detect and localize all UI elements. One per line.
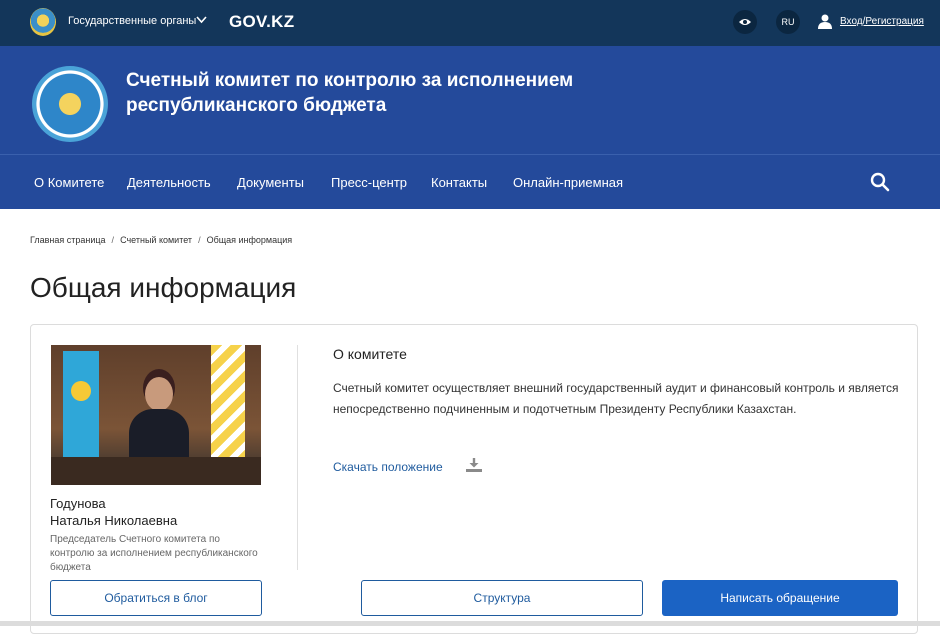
login-register-link[interactable]: Вход/Регистрация [840, 16, 924, 27]
chairman-surname: Годунова [50, 496, 106, 511]
chairman-name: Годунова Наталья Николаевна [50, 495, 270, 529]
horizontal-scrollbar[interactable] [0, 621, 940, 626]
about-title: О комитете [333, 346, 407, 362]
govkz-logo-link[interactable]: GOV.KZ [229, 12, 294, 32]
site-title[interactable]: Счетный комитет по контролю за исполнени… [126, 68, 646, 118]
gov-bodies-menu[interactable]: Государственные органы [68, 15, 196, 27]
breadcrumb-separator: / [198, 235, 201, 245]
breadcrumb-separator: / [111, 235, 115, 245]
nav-item-online-reception[interactable]: Онлайн-приемная [513, 175, 623, 190]
structure-button[interactable]: Структура [361, 580, 643, 616]
committee-flag-image [211, 345, 245, 465]
nav-item-activity[interactable]: Деятельность [127, 175, 211, 190]
download-icon[interactable] [465, 457, 483, 473]
breadcrumb-committee[interactable]: Счетный комитет [120, 235, 192, 245]
chairman-given-name: Наталья Николаевна [50, 513, 178, 528]
breadcrumb: Главная страница / Счетный комитет / Общая и… [30, 235, 292, 245]
chairman-role: Председатель Счетного комитета по контро… [50, 534, 258, 573]
language-switcher[interactable]: RU [776, 10, 800, 34]
committee-emblem-icon[interactable] [32, 66, 108, 142]
write-appeal-button[interactable]: Написать обращение [662, 580, 898, 616]
site-header: Счетный комитет по контролю за исполнени… [0, 46, 940, 154]
top-bar: Государственные органы GOV.KZ RU Вход/Ре… [0, 0, 940, 46]
nav-item-press[interactable]: Пресс-центр [331, 175, 407, 190]
about-text: Счетный комитет осуществляет внешний гос… [333, 381, 899, 416]
nav-item-contacts[interactable]: Контакты [431, 175, 487, 190]
user-icon [818, 14, 832, 29]
eye-icon [739, 19, 751, 25]
kz-flag-image [63, 351, 99, 461]
page-title: Общая информация [30, 272, 297, 303]
download-regulation-link[interactable]: Скачать положение [333, 460, 443, 474]
chevron-down-icon[interactable] [196, 14, 207, 28]
desk-image [51, 457, 261, 485]
kz-emblem-icon[interactable] [30, 8, 56, 36]
blog-button[interactable]: Обратиться в блог [50, 580, 262, 616]
breadcrumb-home[interactable]: Главная страница [30, 235, 106, 245]
search-icon[interactable] [870, 172, 890, 192]
nav-item-about[interactable]: О Комитете [34, 175, 104, 190]
main-nav: О Комитете Деятельность Документы Пресс-… [0, 154, 940, 209]
card-divider [297, 345, 298, 570]
breadcrumb-current: Общая информация [206, 235, 293, 245]
nav-item-documents[interactable]: Документы [237, 175, 304, 190]
chairman-photo [51, 345, 261, 485]
accessibility-eye-button[interactable] [733, 10, 757, 34]
